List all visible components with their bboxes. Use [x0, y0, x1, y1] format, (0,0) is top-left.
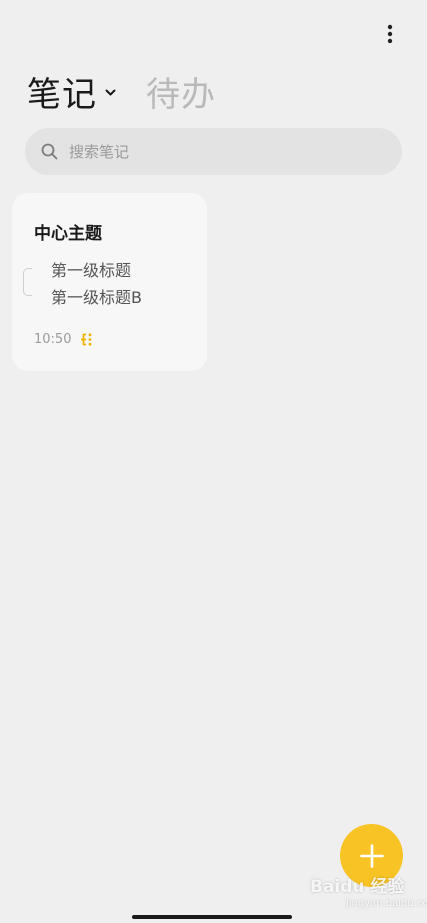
watermark-url: jingyan.baidu.com [346, 898, 427, 909]
tab-notes-label: 笔记 [27, 74, 97, 115]
mindmap-icon [81, 333, 92, 346]
note-branch: 第一级标题 [51, 261, 132, 280]
notes-app-screen: 笔记 待办 搜索笔记 中心主题 第一级标题 第一级标题B 10:50 Baidu… [0, 0, 427, 923]
watermark-logo: Baidu 经验 [310, 877, 405, 897]
search-placeholder: 搜索笔记 [69, 143, 130, 161]
header-tabs: 笔记 待办 [27, 66, 216, 116]
note-branch: 第一级标题B [51, 288, 142, 307]
more-vertical-icon [387, 24, 393, 44]
note-title: 中心主题 [34, 224, 102, 244]
note-time: 10:50 [34, 332, 72, 347]
chevron-down-icon [105, 89, 116, 96]
note-card[interactable]: 中心主题 第一级标题 第一级标题B 10:50 [12, 193, 207, 371]
search-bar[interactable]: 搜索笔记 [25, 128, 402, 175]
more-options-button[interactable] [376, 20, 404, 48]
plus-icon [359, 843, 384, 868]
tab-notes[interactable]: 笔记 [27, 67, 116, 116]
tab-todo[interactable]: 待办 [146, 67, 216, 116]
search-icon [41, 143, 58, 160]
mindmap-bracket [23, 268, 32, 296]
home-indicator[interactable] [132, 915, 292, 919]
